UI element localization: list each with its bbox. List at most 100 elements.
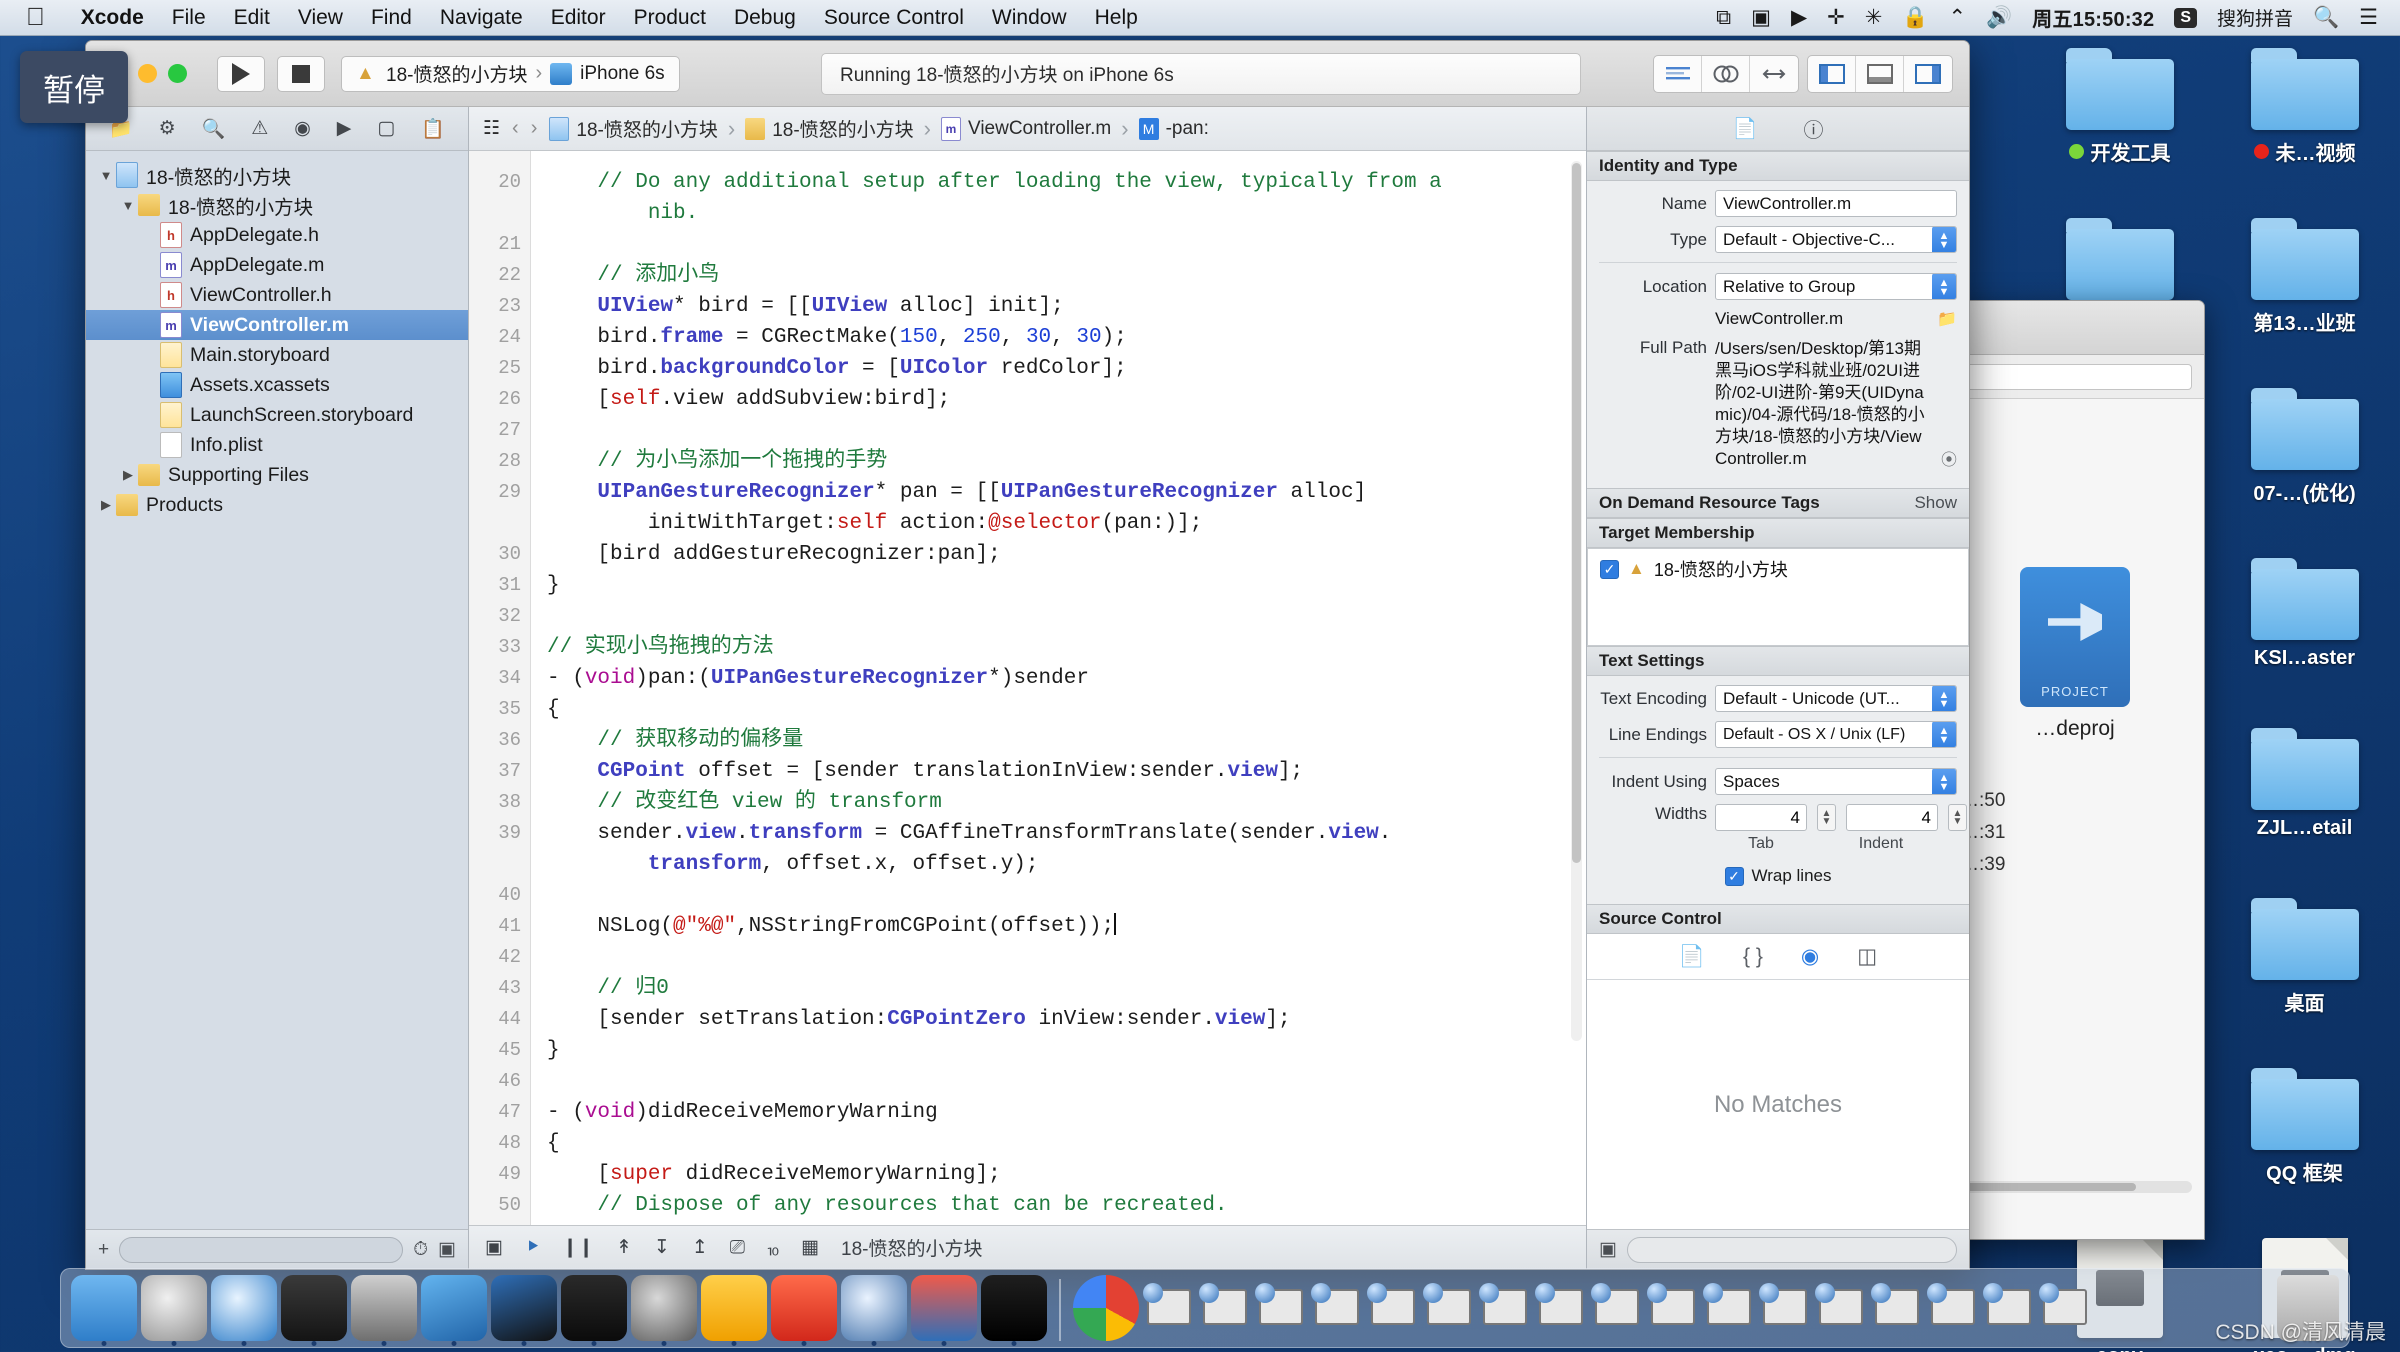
- terminal-icon[interactable]: [561, 1275, 627, 1346]
- green-play-icon[interactable]: ▶: [1791, 5, 1807, 30]
- inspector-filter-input[interactable]: [1626, 1236, 1957, 1263]
- desktop-icon[interactable]: 开发工具: [2032, 40, 2207, 210]
- nav-row-Main.storyboard[interactable]: Main.storyboard: [86, 340, 468, 370]
- code-line[interactable]: sender.view.transform = CGAffineTransfor…: [547, 818, 1586, 849]
- assistant-editor-button[interactable]: [1702, 55, 1750, 92]
- desktop-icon[interactable]: KSI…aster: [2217, 550, 2392, 720]
- back-chevron-icon[interactable]: ‹: [512, 117, 519, 140]
- minimized-window[interactable]: [1703, 1283, 1755, 1341]
- list-icon[interactable]: ☰: [2359, 5, 2378, 30]
- sketch-icon[interactable]: [701, 1275, 767, 1346]
- code-line[interactable]: bird.frame = CGRectMake(150, 250, 30, 30…: [547, 322, 1586, 353]
- lock-icon[interactable]: 🔒: [1902, 6, 1928, 30]
- xcode-blue-icon[interactable]: [421, 1275, 487, 1346]
- mouse-app-icon[interactable]: [281, 1275, 347, 1346]
- file-inspector-icon[interactable]: 📄: [1733, 116, 1758, 141]
- imovie-icon[interactable]: [351, 1275, 417, 1346]
- toggle-inspector-button[interactable]: [1904, 56, 1952, 92]
- finder-search-input[interactable]: [1958, 363, 2192, 390]
- nav-row-18-愤怒的小方块[interactable]: ▼ 18-愤怒的小方块: [86, 160, 468, 190]
- source-editor[interactable]: 20 21 22 23 24 25 26 27 28 29 30 31 32 33 34 35 36 37 38 39…: [469, 151, 1586, 1225]
- safari-icon[interactable]: [211, 1275, 277, 1346]
- minimized-window[interactable]: [2039, 1283, 2091, 1341]
- panel-icon[interactable]: ◫: [1857, 944, 1877, 969]
- stop-button[interactable]: [277, 55, 325, 92]
- screen-record-icon[interactable]: ▣: [1751, 5, 1771, 30]
- breadcrumb-item-3[interactable]: M -pan:: [1138, 117, 1209, 140]
- code-line[interactable]: // 添加小鸟: [547, 260, 1586, 291]
- nav-row-AppDelegate.h[interactable]: h AppDelegate.h: [86, 220, 468, 250]
- nav-row-Assets.xcassets[interactable]: Assets.xcassets: [86, 370, 468, 400]
- code-line[interactable]: UIView* bird = [[UIView alloc] init];: [547, 291, 1586, 322]
- volume-icon[interactable]: 🔊: [1986, 6, 2012, 30]
- nav-row-Products[interactable]: ▶ Products: [86, 490, 468, 520]
- warning-icon[interactable]: ⚠: [251, 117, 268, 140]
- nav-row-ViewController.h[interactable]: h ViewController.h: [86, 280, 468, 310]
- code-line[interactable]: // Dispose of any resources that can be …: [547, 1190, 1586, 1221]
- minimized-window[interactable]: [1927, 1283, 1979, 1341]
- nav-row-ViewController.m[interactable]: m ViewController.m: [86, 310, 468, 340]
- chrome-icon[interactable]: [1073, 1275, 1139, 1341]
- code-line[interactable]: [547, 880, 1586, 911]
- file-icon[interactable]: 📄: [1679, 945, 1705, 969]
- code-line[interactable]: [547, 942, 1586, 973]
- code-line[interactable]: [self.view addSubview:bird];: [547, 384, 1586, 415]
- minimized-window[interactable]: [1423, 1283, 1475, 1341]
- search-icon[interactable]: 🔍: [202, 117, 226, 141]
- code-line[interactable]: [super didReceiveMemoryWarning];: [547, 1159, 1586, 1190]
- code-line[interactable]: {: [547, 694, 1586, 725]
- finder-scrollbar[interactable]: [1958, 1181, 2192, 1193]
- report-icon[interactable]: 📋: [421, 117, 445, 141]
- minimized-window[interactable]: [1479, 1283, 1531, 1341]
- code-line[interactable]: UIPanGestureRecognizer* pan = [[UIPanGes…: [547, 477, 1586, 508]
- code-line[interactable]: NSLog(@"%@",NSStringFromCGPoint(offset))…: [547, 911, 1586, 942]
- encoding-stepper-icon[interactable]: ▲ ▼: [1932, 686, 1956, 711]
- library-add-icon[interactable]: ▣: [1599, 1238, 1617, 1261]
- sourcecontrol-filter-icon[interactable]: ▣: [438, 1238, 456, 1261]
- code-line[interactable]: [bird addGestureRecognizer:pan];: [547, 539, 1586, 570]
- code-line[interactable]: // Do any additional setup after loading…: [547, 167, 1586, 198]
- minimized-window[interactable]: [1759, 1283, 1811, 1341]
- code-line[interactable]: // 为小鸟添加一个拖拽的手势: [547, 446, 1586, 477]
- code-line[interactable]: }: [547, 1035, 1586, 1066]
- code-line[interactable]: nib.: [547, 198, 1586, 229]
- navigator-filter-input[interactable]: [119, 1236, 404, 1263]
- menu-source-control[interactable]: Source Control: [810, 6, 978, 30]
- menu-clock[interactable]: 周五15:50:32: [2032, 3, 2154, 32]
- breadcrumb-item-2[interactable]: m ViewController.m: [940, 116, 1111, 141]
- finder-icon[interactable]: [71, 1275, 137, 1346]
- minimized-window[interactable]: [1535, 1283, 1587, 1341]
- code-line[interactable]: initWithTarget:self action:@selector(pan…: [547, 508, 1586, 539]
- launchpad-icon[interactable]: [141, 1275, 207, 1346]
- desktop-icon[interactable]: ZJL…etail: [2217, 720, 2392, 890]
- code-line[interactable]: transform, offset.x, offset.y);: [547, 849, 1586, 880]
- version-editor-button[interactable]: [1750, 56, 1798, 92]
- continue-icon[interactable]: ⯈: [525, 1237, 540, 1259]
- finder-search-bar[interactable]: [1946, 355, 2204, 399]
- minimized-window[interactable]: [1815, 1283, 1867, 1341]
- location-simulate-icon[interactable]: ⏨: [767, 1236, 779, 1259]
- code-line[interactable]: [547, 415, 1586, 446]
- disclosure-triangle-icon[interactable]: ▶: [118, 467, 138, 483]
- pause-icon[interactable]: ❙❙: [562, 1236, 594, 1259]
- related-items-icon[interactable]: ☷: [483, 117, 500, 140]
- line-endings-popup[interactable]: Default - OS X / Unix (LF) ▲ ▼: [1715, 721, 1957, 748]
- run-button[interactable]: [217, 55, 265, 92]
- nav-row-18-愤怒的小方块[interactable]: ▼ 18-愤怒的小方块: [86, 190, 468, 220]
- scheme-selector[interactable]: ▲ 18-愤怒的小方块 › iPhone 6s: [341, 55, 680, 92]
- menu-window[interactable]: Window: [978, 6, 1081, 30]
- step-into-icon[interactable]: ↧: [654, 1236, 670, 1259]
- desktop-icon[interactable]: QQ 框架: [2217, 1060, 2392, 1230]
- minimize-button[interactable]: [138, 64, 157, 83]
- target-checkbox[interactable]: ✓: [1600, 559, 1619, 579]
- type-popup[interactable]: Default - Objective-C... ▲ ▼: [1715, 226, 1957, 253]
- desktop-icon[interactable]: 桌面: [2217, 890, 2392, 1060]
- encoding-popup[interactable]: Default - Unicode (UT... ▲ ▼: [1715, 685, 1957, 712]
- code-line[interactable]: CGPoint offset = [sender translationInVi…: [547, 756, 1586, 787]
- wrap-lines-checkbox[interactable]: ✓: [1724, 866, 1744, 886]
- wifi-icon[interactable]: ⌃: [1949, 5, 1967, 30]
- code-line[interactable]: // 归0: [547, 973, 1586, 1004]
- indent-width-stepper[interactable]: ▲ ▼: [1948, 804, 1967, 831]
- code-line[interactable]: - (void)pan:(UIPanGestureRecognizer*)sen…: [547, 663, 1586, 694]
- toggle-debug-area-button[interactable]: [1856, 55, 1904, 92]
